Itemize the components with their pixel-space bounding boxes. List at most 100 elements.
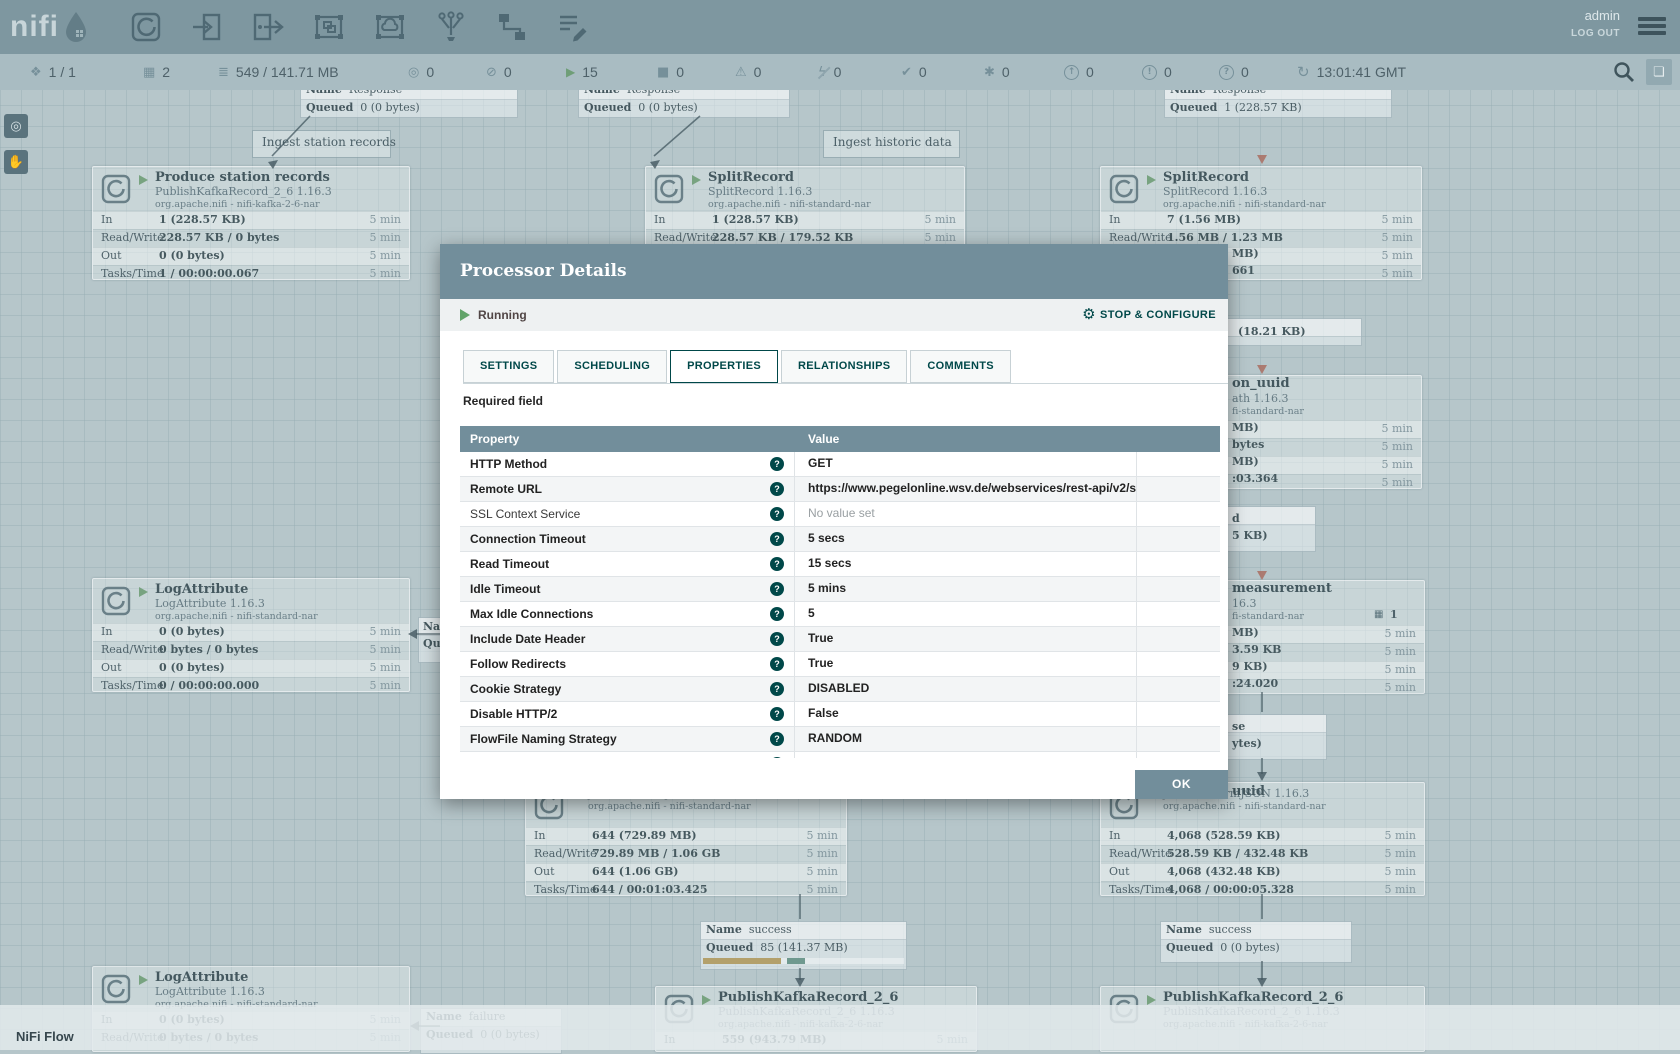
- processor-logattribute[interactable]: LogAttributeLogAttribute 1.16.3org.apach…: [92, 578, 410, 692]
- processor-name: LogAttribute: [155, 583, 403, 597]
- template-icon[interactable]: [495, 10, 529, 44]
- stat-row: Tasks/Time644 / 00:01:03.4255 min: [526, 881, 846, 899]
- help-icon[interactable]: ?: [770, 657, 784, 671]
- stop-configure-button[interactable]: ⚙ STOP & CONFIGURE: [1082, 307, 1216, 322]
- stat-label: In: [101, 212, 112, 228]
- stat-window: 5 min: [806, 846, 838, 862]
- connection-name: success: [1209, 923, 1252, 936]
- label-ingest-historic-data[interactable]: Ingest historic data: [823, 130, 960, 158]
- tab-settings[interactable]: SETTINGS: [463, 350, 554, 383]
- refresh-icon: ↻: [1297, 63, 1310, 81]
- sync-failure-icon: ?: [1219, 65, 1234, 80]
- help-icon[interactable]: ?: [770, 632, 784, 646]
- connection-label[interactable]: Namesuccess Queued0 (0 bytes): [1160, 921, 1352, 963]
- current-user: admin: [1571, 8, 1620, 23]
- processor-jolttransformjson[interactable]: JoltTransformJSON 1.16.3org.apache.nifi …: [525, 782, 847, 896]
- tab-properties[interactable]: PROPERTIES: [670, 350, 778, 383]
- remote-process-group-icon[interactable]: [373, 10, 407, 44]
- connection-name: success: [749, 923, 792, 936]
- refresh-status[interactable]: ↻ 13:01:41 GMT: [1297, 54, 1406, 90]
- stat-value: 4,068 (528.59 KB): [1167, 828, 1280, 844]
- queued-key: Queued: [706, 941, 753, 954]
- help-icon[interactable]: ?: [770, 557, 784, 571]
- stat-window: 5 min: [1381, 266, 1413, 282]
- processor-bundle: org.apache.nifi - nifi-kafka-2-6-nar: [155, 198, 403, 211]
- last-refresh-time: 13:01:41 GMT: [1317, 64, 1407, 80]
- property-name: Idle Timeout: [460, 578, 770, 601]
- help-icon[interactable]: ?: [770, 457, 784, 471]
- hand-overlay-button[interactable]: ✋: [4, 150, 28, 174]
- help-icon[interactable]: ?: [770, 532, 784, 546]
- processor-produce-station-records[interactable]: Produce station recordsPublishKafkaRecor…: [92, 166, 410, 280]
- tab-scheduling[interactable]: SCHEDULING: [557, 350, 667, 383]
- stat-row: Read/Write228.57 KB / 0 bytes5 min: [93, 229, 409, 247]
- dialog-header: Processor Details: [440, 244, 1228, 299]
- help-icon[interactable]: ?: [770, 732, 784, 746]
- label-ingest-station-records[interactable]: Ingest station records: [252, 130, 391, 158]
- stat-value: 0 (0 bytes): [159, 248, 225, 264]
- help-icon[interactable]: ?: [770, 507, 784, 521]
- help-icon[interactable]: ?: [770, 682, 784, 696]
- property-name: Disable HTTP/2: [460, 703, 770, 726]
- help-icon[interactable]: ?: [770, 757, 784, 758]
- processor-type: SplitRecord 1.16.3: [1163, 185, 1415, 198]
- help-icon[interactable]: ?: [770, 607, 784, 621]
- process-group-icon[interactable]: [312, 10, 346, 44]
- processor-bundle: org.apache.nifi - nifi-standard-nar: [708, 198, 958, 211]
- connection-name-fragment: Na: [423, 620, 440, 633]
- run-status-icon: [460, 309, 470, 321]
- property-value: True: [795, 652, 1136, 675]
- processor-stat-fragment: MB): [1232, 247, 1259, 260]
- stat-row: Out0 (0 bytes)5 min: [93, 247, 409, 265]
- stale-count: 0: [1086, 64, 1094, 80]
- input-port-icon[interactable]: [190, 10, 224, 44]
- panel-toggle-button[interactable]: ❏: [1646, 59, 1672, 85]
- status-item-disabled: ϟ0: [818, 54, 841, 90]
- stat-row: Read/Write528.59 KB / 432.48 KB5 min: [1101, 845, 1424, 863]
- status-item-not-transmitting: ⊘0: [486, 54, 512, 90]
- breadcrumb[interactable]: NiFi Flow: [16, 1029, 74, 1044]
- connection-label[interactable]: Namesuccess Queued85 (141.37 MB): [700, 921, 907, 970]
- status-item-stale: ↑0: [1064, 54, 1094, 90]
- output-port-icon[interactable]: [251, 10, 285, 44]
- stat-label: Read/Write: [101, 230, 164, 246]
- help-icon[interactable]: ?: [770, 482, 784, 496]
- target-overlay-button[interactable]: ◎: [4, 114, 28, 138]
- help-icon[interactable]: ?: [770, 707, 784, 721]
- processor-icon: [101, 974, 131, 1004]
- app-header: nifi admin LOG OUT: [0, 0, 1680, 54]
- stat-label: Out: [1109, 864, 1130, 880]
- funnel-icon[interactable]: [434, 10, 468, 44]
- processor-name-fragment: uuid: [1232, 784, 1265, 799]
- ok-button[interactable]: OK: [1135, 770, 1228, 799]
- property-value: True: [795, 627, 1136, 650]
- queued-value-fragment: (18.21 KB): [1238, 325, 1306, 338]
- status-bar: ❖1 / 1▦2≣549 / 141.71 MB◎0⊘0▶15■0⚠0ϟ0✔0✱…: [0, 54, 1680, 90]
- tab-divider: [463, 383, 1228, 384]
- search-icon[interactable]: [1612, 60, 1636, 84]
- tab-comments[interactable]: COMMENTS: [910, 350, 1011, 383]
- stat-window: 5 min: [369, 624, 401, 640]
- stat-value: 1 / 00:00:00.067: [159, 266, 259, 282]
- disabled-icon: ϟ: [818, 65, 827, 80]
- processor-jolttransformjson-uuid[interactable]: JoltTransformJSON 1.16.3org.apache.nifi …: [1100, 782, 1425, 896]
- logout-link[interactable]: LOG OUT: [1571, 28, 1620, 39]
- stat-window: 5 min: [1381, 212, 1413, 228]
- processor-icon: [654, 174, 684, 204]
- processor-type: LogAttribute 1.16.3: [155, 985, 403, 998]
- label-icon[interactable]: [556, 10, 590, 44]
- nifi-logo: nifi: [10, 11, 89, 43]
- help-icon[interactable]: ?: [770, 582, 784, 596]
- run-status-icon: [1147, 175, 1156, 185]
- tab-relationships[interactable]: RELATIONSHIPS: [781, 350, 907, 383]
- property-name: Include Date Header: [460, 628, 770, 651]
- up-to-date-icon: ✔: [901, 65, 912, 80]
- not-transmitting-icon: ⊘: [486, 65, 497, 80]
- status-item-transmitting: ◎0: [408, 54, 434, 90]
- stat-window: 5 min: [806, 882, 838, 898]
- stat-value: 729.89 MB / 1.06 GB: [592, 846, 720, 862]
- property-value: No value set: [795, 502, 1136, 525]
- global-menu-icon[interactable]: [1638, 14, 1666, 38]
- queued-value: 1 (228.57 KB): [1224, 101, 1301, 114]
- processor-icon[interactable]: [129, 10, 163, 44]
